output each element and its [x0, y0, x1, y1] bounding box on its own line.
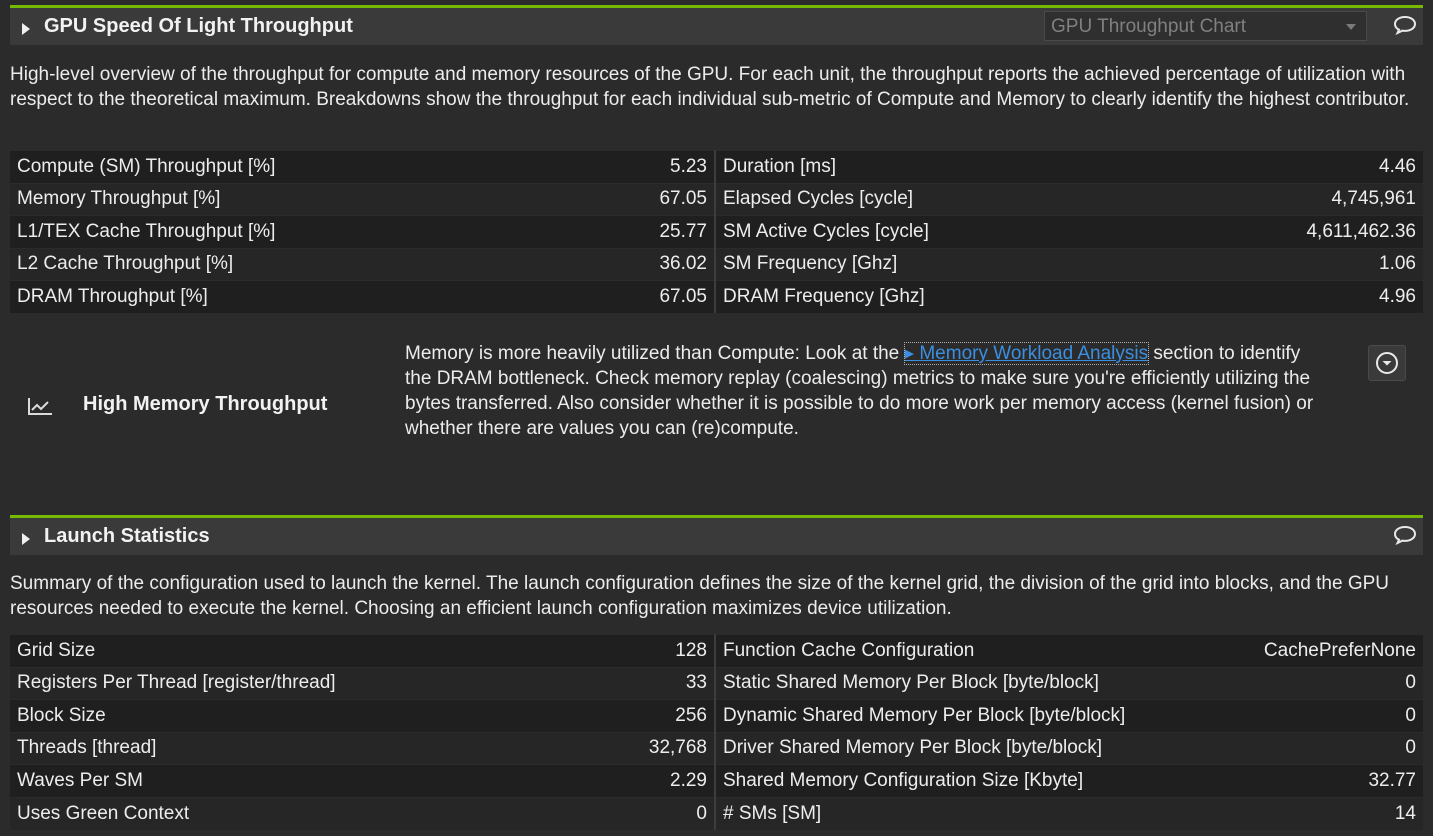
sol-section-header[interactable]: GPU Speed Of Light Throughput GPU Throug…	[10, 5, 1423, 45]
metric-value: 128	[590, 634, 716, 667]
metric-name: Grid Size	[10, 634, 590, 667]
metric-value: 0	[1235, 666, 1423, 700]
metric-name: DRAM Throughput [%]	[10, 280, 590, 313]
metric-value: 14	[1235, 796, 1423, 830]
rule-body: Memory is more heavily utilized than Com…	[405, 341, 1325, 441]
metric-value: 4,611,462.36	[1235, 215, 1423, 248]
table-row: Block Size 256 Dynamic Shared Memory Per B…	[10, 699, 1423, 732]
table-row: Memory Throughput [%] 67.05 Elapsed Cycles…	[10, 182, 1423, 216]
metric-name: Elapsed Cycles [cycle]	[715, 182, 1235, 216]
metric-name: SM Frequency [Ghz]	[715, 247, 1235, 281]
metric-name: DRAM Frequency [Ghz]	[715, 280, 1235, 313]
metric-value: 0	[590, 796, 716, 830]
metric-name: SM Active Cycles [cycle]	[715, 215, 1235, 248]
high-memory-throughput-rule: High Memory Throughput Memory is more he…	[26, 335, 1416, 475]
launch-metrics-table: Grid Size 128 Function Cache Configuration…	[10, 634, 1423, 830]
metric-value: 25.77	[590, 215, 716, 248]
comment-icon[interactable]	[1393, 15, 1417, 35]
metric-value: 36.02	[590, 247, 716, 281]
expand-triangle-icon[interactable]	[22, 533, 30, 545]
metric-name: Registers Per Thread [register/thread]	[10, 666, 590, 700]
metric-name: Waves Per SM	[10, 764, 590, 797]
metric-value: 67.05	[590, 280, 716, 313]
metric-value: 256	[590, 699, 716, 732]
metric-value: 32.77	[1235, 764, 1423, 797]
rule-expand-button[interactable]	[1368, 345, 1406, 381]
sol-description: High-level overview of the throughput fo…	[10, 64, 1410, 110]
metric-name: Block Size	[10, 699, 590, 732]
metric-value: CachePreferNone	[1235, 634, 1423, 667]
metric-name: # SMs [SM]	[715, 796, 1235, 830]
metric-value: 0	[1235, 731, 1423, 765]
metric-value: 4,745,961	[1235, 182, 1423, 216]
metric-value: 33	[590, 666, 716, 700]
metric-name: Uses Green Context	[10, 796, 590, 830]
table-row: Compute (SM) Throughput [%] 5.23 Duration …	[10, 150, 1423, 183]
rule-title: High Memory Throughput	[83, 393, 328, 415]
metric-name: Driver Shared Memory Per Block [byte/blo…	[715, 731, 1235, 765]
circle-chevron-down-icon	[1376, 352, 1398, 374]
table-row: L2 Cache Throughput [%] 36.02 SM Frequency…	[10, 247, 1423, 281]
metric-name: Shared Memory Configuration Size [Kbyte]	[715, 764, 1235, 797]
chart-select-value: GPU Throughput Chart	[1051, 16, 1247, 37]
launch-section-header[interactable]: Launch Statistics	[10, 515, 1423, 555]
metric-value: 0	[1235, 699, 1423, 732]
line-chart-icon	[28, 398, 52, 415]
memory-workload-analysis-link[interactable]: ▸ Memory Workload Analysis	[903, 342, 1150, 365]
metric-name: Duration [ms]	[715, 150, 1235, 183]
launch-description: Summary of the configuration used to lau…	[10, 573, 1390, 619]
metric-value: 1.06	[1235, 247, 1423, 281]
table-row: DRAM Throughput [%] 67.05 DRAM Frequency […	[10, 280, 1423, 313]
metric-value: 5.23	[590, 150, 716, 183]
metric-name: Threads [thread]	[10, 731, 590, 765]
metric-name: Memory Throughput [%]	[10, 182, 590, 216]
metric-name: Compute (SM) Throughput [%]	[10, 150, 590, 183]
rule-text-before: Memory is more heavily utilized than Com…	[405, 343, 905, 364]
table-row: L1/TEX Cache Throughput [%] 25.77 SM Activ…	[10, 215, 1423, 248]
metric-value: 2.29	[590, 764, 716, 797]
launch-section-title: Launch Statistics	[44, 525, 210, 547]
metric-value: 4.96	[1235, 280, 1423, 313]
sol-section-title: GPU Speed Of Light Throughput	[44, 15, 353, 37]
table-row: Uses Green Context 0 # SMs [SM] 14	[10, 796, 1423, 830]
table-row: Registers Per Thread [register/thread] 33…	[10, 666, 1423, 700]
comment-icon[interactable]	[1393, 525, 1417, 545]
metric-name: Dynamic Shared Memory Per Block [byte/bl…	[715, 699, 1235, 732]
table-row: Threads [thread] 32,768 Driver Shared Memo…	[10, 731, 1423, 765]
chevron-down-icon	[1346, 24, 1356, 30]
sol-metrics-table: Compute (SM) Throughput [%] 5.23 Duration …	[10, 150, 1423, 313]
chart-type-select[interactable]: GPU Throughput Chart	[1044, 11, 1367, 41]
metric-value: 32,768	[590, 731, 716, 765]
expand-triangle-icon[interactable]	[22, 23, 30, 35]
metric-name: Static Shared Memory Per Block [byte/blo…	[715, 666, 1235, 700]
metric-name: L2 Cache Throughput [%]	[10, 247, 590, 281]
table-row: Grid Size 128 Function Cache Configuration…	[10, 634, 1423, 667]
metric-value: 4.46	[1235, 150, 1423, 183]
metric-name: L1/TEX Cache Throughput [%]	[10, 215, 590, 248]
metric-value: 67.05	[590, 182, 716, 216]
table-row: Waves Per SM 2.29 Shared Memory Configurat…	[10, 764, 1423, 797]
metric-name: Function Cache Configuration	[715, 634, 1235, 667]
link-label: Memory Workload Analysis	[919, 343, 1149, 364]
